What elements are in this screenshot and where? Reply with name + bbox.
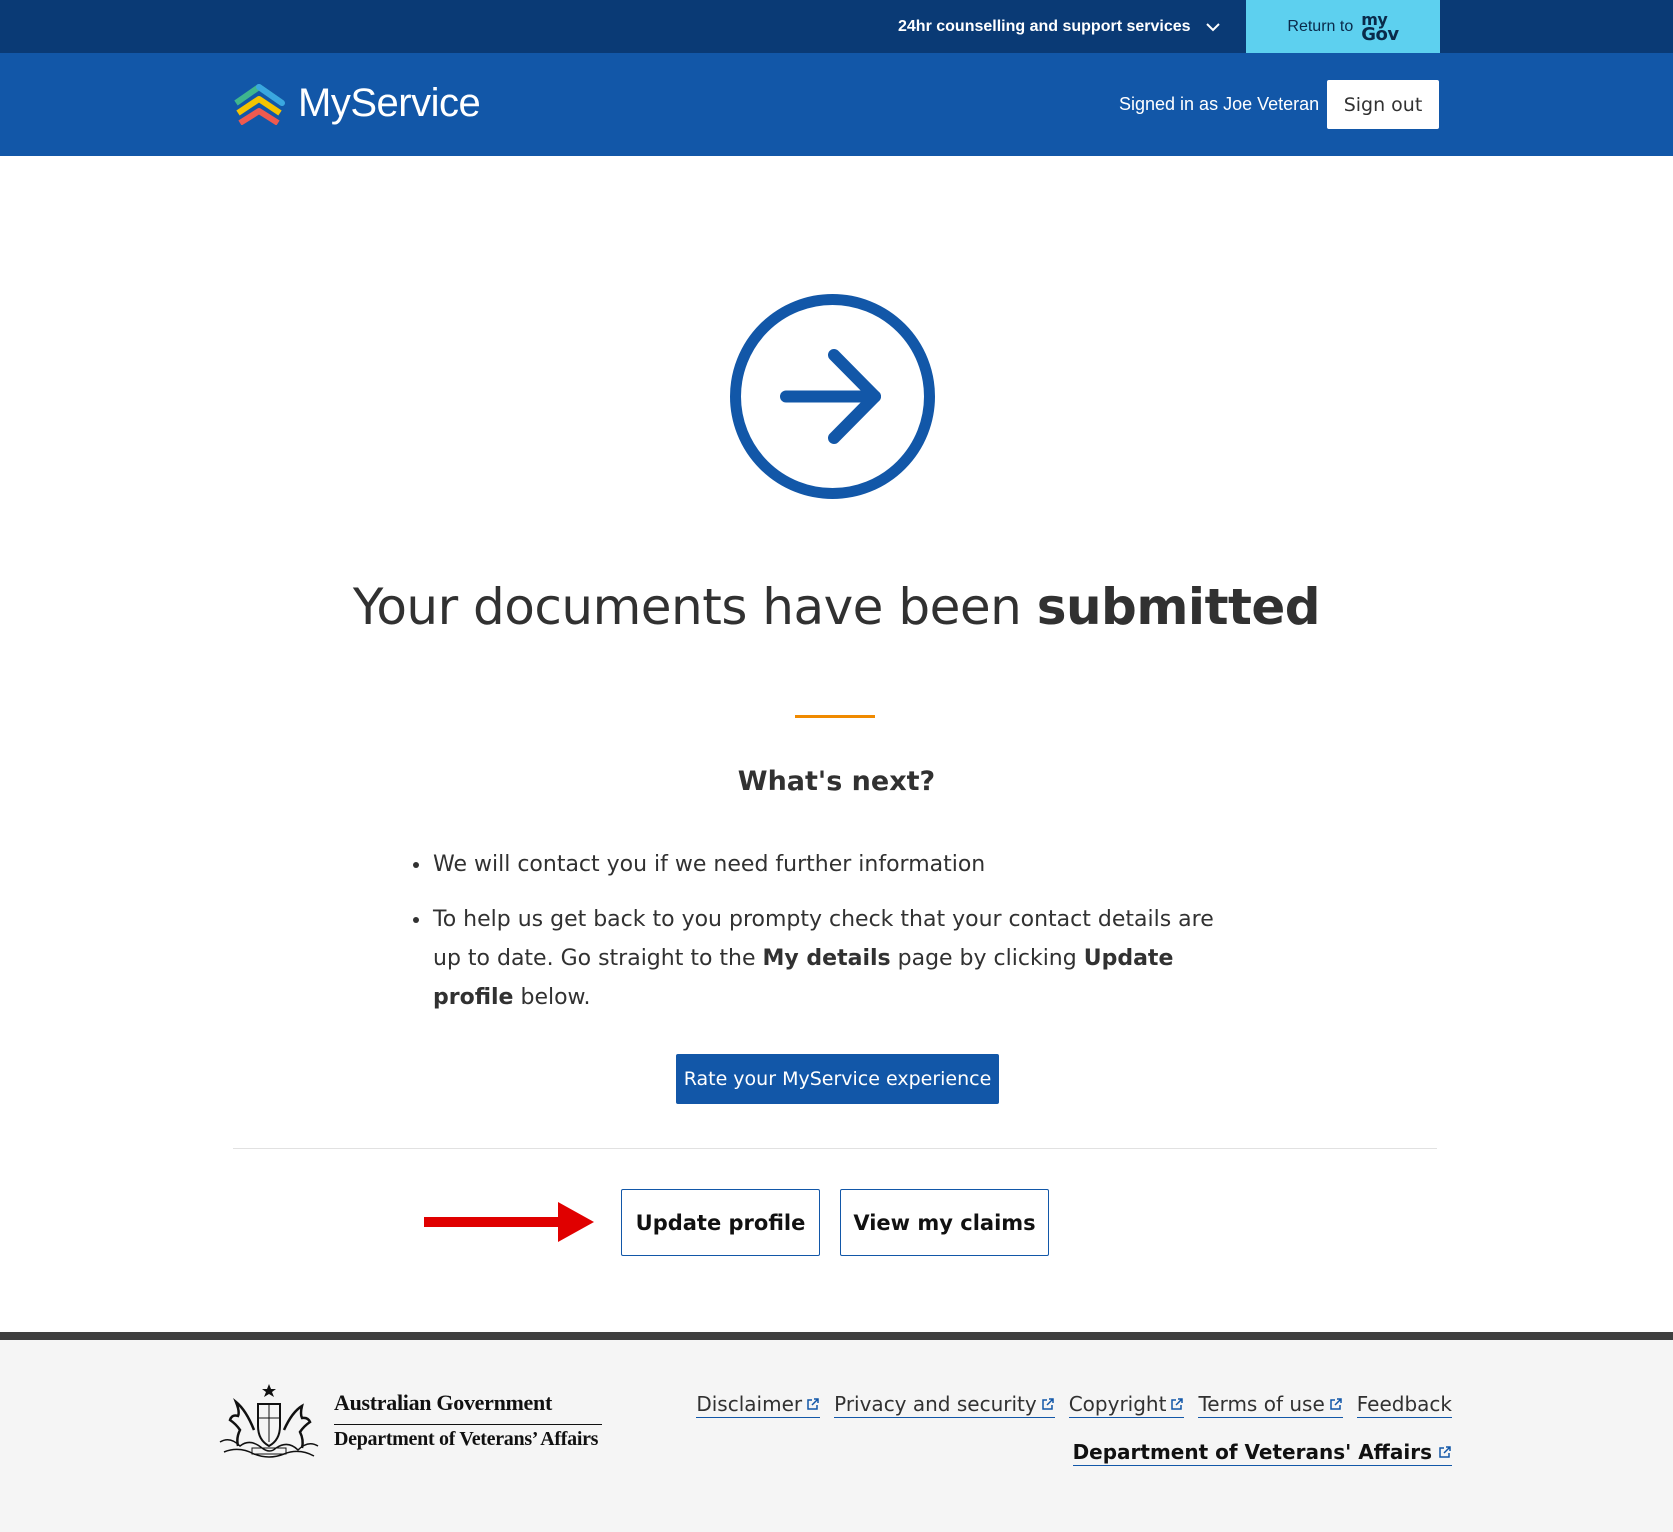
red-arrow-icon bbox=[424, 1202, 594, 1242]
external-link-icon bbox=[807, 1398, 819, 1410]
logo-divider bbox=[334, 1424, 602, 1425]
mygov-logo: my Gov bbox=[1361, 9, 1399, 45]
list-item: We will contact you if we need further i… bbox=[411, 845, 1241, 884]
coat-of-arms-icon bbox=[219, 1384, 319, 1458]
section-divider bbox=[233, 1148, 1437, 1149]
rate-experience-button[interactable]: Rate your MyService experience bbox=[676, 1054, 999, 1104]
external-link-icon bbox=[1041, 1398, 1054, 1410]
feedback-link[interactable]: Feedback bbox=[1356, 1392, 1452, 1418]
support-services-label: 24hr counselling and support services bbox=[898, 17, 1191, 35]
utility-bar: 24hr counselling and support services Re… bbox=[0, 0, 1673, 53]
sign-out-button[interactable]: Sign out bbox=[1327, 80, 1439, 129]
support-services-toggle[interactable]: 24hr counselling and support services bbox=[898, 0, 1221, 53]
site-header: MyService Signed in as Joe Veteran Sign … bbox=[0, 53, 1673, 156]
brand-name: MyService bbox=[298, 81, 481, 125]
arrow-right-circle-icon bbox=[730, 294, 935, 499]
myservice-logo-icon bbox=[234, 83, 285, 125]
dva-website-link[interactable]: Department of Veterans' Affairs bbox=[1072, 1440, 1452, 1466]
disclaimer-link[interactable]: Disclaimer bbox=[696, 1392, 821, 1418]
footer-top-bar bbox=[0, 1332, 1673, 1340]
external-link-icon bbox=[1171, 1398, 1184, 1410]
external-link-icon bbox=[1330, 1398, 1342, 1410]
update-profile-button[interactable]: Update profile bbox=[621, 1189, 820, 1256]
view-claims-button[interactable]: View my claims bbox=[840, 1189, 1049, 1256]
page-title: Your documents have been submitted bbox=[352, 578, 1321, 636]
footer-links: Disclaimer Privacy and security Copyrigh… bbox=[696, 1392, 1452, 1418]
signed-in-text: Signed in as Joe Veteran bbox=[1119, 94, 1320, 114]
title-accent-rule bbox=[795, 715, 875, 718]
department-name: Department of Veterans’ Affairs bbox=[334, 1428, 599, 1450]
australian-government-logo: Australian Government Department of Vete… bbox=[214, 1382, 614, 1462]
external-link-icon bbox=[1439, 1446, 1451, 1458]
chevron-down-icon bbox=[1205, 22, 1220, 31]
return-to-label: Return to bbox=[1287, 17, 1354, 35]
government-name: Australian Government bbox=[334, 1390, 552, 1415]
myservice-logo-link[interactable]: MyService bbox=[232, 81, 481, 126]
terms-of-use-link[interactable]: Terms of use bbox=[1198, 1392, 1343, 1418]
site-footer: Australian Government Department of Vete… bbox=[0, 1340, 1673, 1532]
next-steps-list: We will contact you if we need further i… bbox=[411, 845, 1241, 1033]
copyright-link[interactable]: Copyright bbox=[1068, 1392, 1185, 1418]
whats-next-heading: What's next? bbox=[737, 766, 936, 797]
list-item: To help us get back to you prompty check… bbox=[411, 900, 1241, 1017]
return-to-mygov-button[interactable]: Return to my Gov bbox=[1246, 0, 1440, 53]
privacy-link[interactable]: Privacy and security bbox=[834, 1392, 1055, 1418]
